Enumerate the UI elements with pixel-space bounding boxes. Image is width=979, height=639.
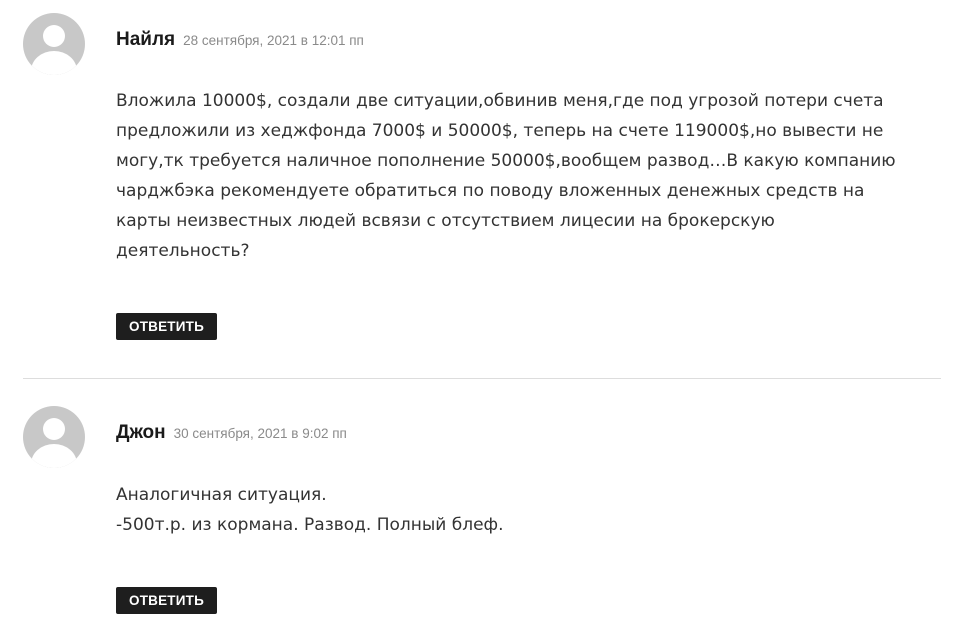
comment-text-line: -500т.р. из кормана. Развод. Полный блеф… — [116, 515, 504, 535]
comment-text-line: деятельность? — [116, 241, 250, 261]
reply-button[interactable]: ОТВЕТИТЬ — [116, 313, 217, 340]
comment-text: Аналогичная ситуация. -500т.р. из корман… — [116, 480, 916, 540]
comment-meta: Джон 30 сентября, 2021 в 9:02 пп — [116, 422, 347, 444]
comment-divider — [23, 378, 941, 379]
comment-text-line: Аналогичная ситуация. — [116, 485, 327, 505]
comment-author[interactable]: Найля — [116, 29, 175, 50]
comment-meta: Найля 28 сентября, 2021 в 12:01 пп — [116, 29, 364, 51]
comment-date[interactable]: 28 сентября, 2021 в 12:01 пп — [183, 33, 364, 48]
comment-author[interactable]: Джон — [116, 422, 166, 443]
comment-text-line: чарджбэка рекомендуете обратиться по пов… — [116, 181, 865, 201]
avatar-icon — [23, 13, 85, 75]
comment-text-line: Вложила 10000$, создали две ситуации,обв… — [116, 91, 884, 111]
avatar-icon — [23, 406, 85, 468]
comment-text-line: карты неизвестных людей всвязи с отсутст… — [116, 211, 775, 231]
comment-date[interactable]: 30 сентября, 2021 в 9:02 пп — [174, 426, 347, 441]
reply-button[interactable]: ОТВЕТИТЬ — [116, 587, 217, 614]
comment-text-line: могу,тк требуется наличное пополнение 50… — [116, 151, 896, 171]
comment-text-line: предложили из хеджфонда 7000$ и 50000$, … — [116, 121, 884, 141]
comment-text: Вложила 10000$, создали две ситуации,обв… — [116, 86, 916, 266]
